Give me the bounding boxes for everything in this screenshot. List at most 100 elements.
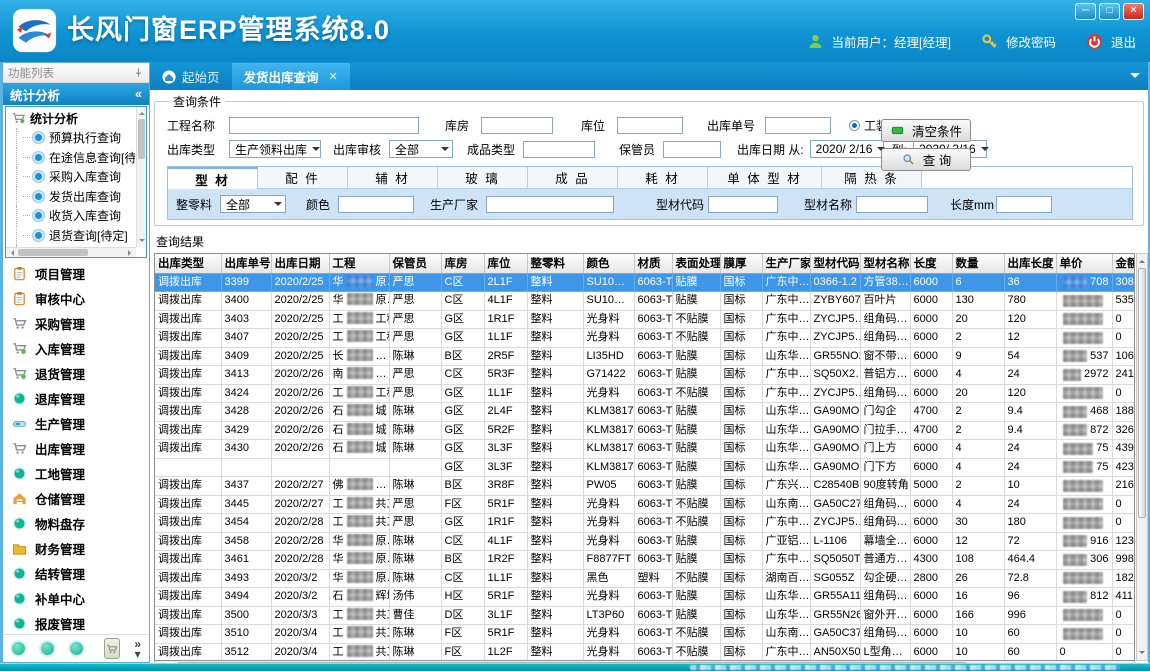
tab-start-page[interactable]: 起始页: [150, 63, 232, 90]
column-header-surface[interactable]: 表面处理: [672, 254, 720, 273]
table-row[interactable]: 调拨出库34582020/2/28华原…陈琳C区4L1F整料光身料6063-T5…: [155, 532, 1135, 551]
column-header-material[interactable]: 材质: [634, 254, 672, 273]
tree-item[interactable]: 收货入库查询: [7, 206, 135, 226]
tree-item[interactable]: 采购入库查询: [7, 167, 135, 187]
project-name-input[interactable]: [229, 117, 419, 134]
table-row[interactable]: 调拨出库34242020/2/26工工程严思G区1L1F整料光身料6063-T5…: [155, 384, 1135, 403]
product-type-input[interactable]: [523, 141, 595, 158]
column-header-price[interactable]: 单价: [1056, 254, 1112, 273]
column-header-length[interactable]: 长度: [910, 254, 952, 273]
sidebar-item-仓储管理[interactable]: 仓储管理: [3, 486, 149, 511]
profile-code-input[interactable]: [708, 196, 778, 213]
sidebar-item-结转管理[interactable]: 结转管理: [3, 561, 149, 586]
column-header-warehouse[interactable]: 库房: [441, 254, 484, 273]
table-row[interactable]: 调拨出库33992020/2/25华原…严思C区2L1F整料SU10…6063-…: [155, 273, 1135, 292]
tree-item[interactable]: 发货出库查询: [7, 187, 135, 207]
warehouse-input[interactable]: [481, 117, 553, 134]
radio-gongzhuang[interactable]: [849, 120, 860, 131]
sidebar-item-报废管理[interactable]: 报废管理: [3, 611, 149, 634]
date-from-select[interactable]: 2020/ 2/16: [810, 140, 884, 158]
column-header-outlen[interactable]: 出库长度: [1004, 254, 1056, 273]
column-header-project[interactable]: 工程: [329, 254, 389, 273]
table-row[interactable]: 调拨出库34932020/3/2华原…陈琳C区1L1F整料黑色塑料不贴膜国标湖南…: [155, 569, 1135, 588]
pin-icon[interactable]: [133, 67, 144, 78]
manufacturer-input[interactable]: [486, 196, 614, 213]
table-row[interactable]: 调拨出库34002020/2/25华原…严思C区4L1F整料SU10…6063-…: [155, 292, 1135, 311]
tab-list-caret-icon[interactable]: [1130, 73, 1140, 83]
grid-vertical-scrollbar[interactable]: [1136, 253, 1148, 661]
color-input[interactable]: [338, 196, 414, 213]
material-tab-耗材[interactable]: 耗 材: [618, 167, 708, 189]
table-row[interactable]: 调拨出库34612020/2/28华原…陈琳B区1R2F整料F8877FT606…: [155, 551, 1135, 570]
material-tab-单体型材[interactable]: 单 体 型 材: [708, 167, 822, 189]
tree-vertical-scrollbar[interactable]: [136, 107, 146, 247]
sidebar-item-生产管理[interactable]: 生产管理: [3, 411, 149, 436]
sidebar-item-退库管理[interactable]: 退库管理: [3, 386, 149, 411]
section-header-statistics[interactable]: 统计分析 «: [3, 83, 149, 105]
column-header-type[interactable]: 出库类型: [155, 254, 221, 273]
tab-shipment-outbound-query[interactable]: 发货出库查询 ✕: [232, 63, 350, 90]
column-header-qty[interactable]: 数量: [952, 254, 1004, 273]
overflow-chevron[interactable]: »▾: [134, 639, 141, 659]
quick-dot-icon[interactable]: [12, 642, 25, 655]
tree-item[interactable]: 退货查询[待定]: [7, 226, 135, 246]
table-row[interactable]: 调拨出库34542020/2/28工共工程严思G区1R1F整料光身料6063-T…: [155, 514, 1135, 533]
search-button[interactable]: 查 询: [881, 148, 971, 171]
column-header-date[interactable]: 出库日期: [271, 254, 329, 273]
column-header-color[interactable]: 颜色: [583, 254, 634, 273]
tree-item[interactable]: 在途信息查询[待: [7, 148, 135, 168]
change-password-link[interactable]: 修改密码: [1006, 32, 1056, 51]
table-row[interactable]: 调拨出库34452020/2/27工共工程严思F区5R1F整料光身料6063-T…: [155, 495, 1135, 514]
quick-dot-icon[interactable]: [41, 642, 54, 655]
tree-horizontal-scrollbar[interactable]: [6, 247, 136, 257]
sidebar-item-物料盘存[interactable]: 物料盘存: [3, 511, 149, 536]
sidebar-item-财务管理[interactable]: 财务管理: [3, 536, 149, 561]
material-tab-辅材[interactable]: 辅 材: [348, 167, 438, 189]
sidebar-item-工地管理[interactable]: 工地管理: [3, 461, 149, 486]
length-mm-input[interactable]: [996, 196, 1052, 213]
minimize-button[interactable]: ─: [1075, 3, 1096, 20]
column-header-no[interactable]: 出库单号: [221, 254, 271, 273]
table-row[interactable]: 调拨出库35102020/3/4工共工程陈琳F区5R1F整料光身料6063-T5…: [155, 625, 1135, 644]
material-tab-玻璃[interactable]: 玻 璃: [438, 167, 528, 189]
table-row[interactable]: 调拨出库34942020/3/2石辉城汤伟H区5R1F整料光身料6063-T5贴…: [155, 588, 1135, 607]
material-tab-配件[interactable]: 配 件: [258, 167, 348, 189]
audit-select[interactable]: 全部: [389, 140, 453, 158]
tab-close-icon[interactable]: ✕: [329, 70, 338, 83]
table-row[interactable]: 调拨出库34092020/2/25长…陈琳B区2R5F整料LI35HD6063-…: [155, 347, 1135, 366]
table-row[interactable]: 调拨出库34032020/2/25工工程严思G区1R1F整料光身料6063-T5…: [155, 310, 1135, 329]
material-tab-型材[interactable]: 型 材: [168, 167, 258, 189]
logout-link[interactable]: 退出: [1111, 32, 1136, 51]
table-row[interactable]: 调拨出库34302020/2/26石城陈琳G区3L3F整料KLM38176063…: [155, 440, 1135, 459]
table-row[interactable]: G区3L3F整料KLM38176063-T5贴膜国标山东华…GA90MO9.门下…: [155, 458, 1135, 477]
clear-conditions-button[interactable]: 清空条件: [881, 119, 971, 142]
sidebar-item-补单中心[interactable]: 补单中心: [3, 586, 149, 611]
out-type-select[interactable]: 生产领料出库: [229, 140, 321, 158]
outbound-no-input[interactable]: [765, 117, 831, 134]
table-row[interactable]: 调拨出库35122020/3/4工共工程陈琳F区1L2F整料光身料6063-T5…: [155, 643, 1135, 661]
collapse-icon[interactable]: «: [135, 87, 142, 101]
table-row[interactable]: 调拨出库35002020/3/3工共工程曹佳D区3L1F整料LT3P606063…: [155, 606, 1135, 625]
tree-item[interactable]: 预算执行查询: [7, 128, 135, 148]
table-row[interactable]: 调拨出库34072020/2/25工工程严思G区1L1F整料光身料6063-T5…: [155, 329, 1135, 348]
maximize-button[interactable]: □: [1099, 3, 1120, 20]
column-header-code[interactable]: 型材代码: [810, 254, 860, 273]
quick-dot-icon[interactable]: [70, 642, 83, 655]
table-row[interactable]: 调拨出库34132020/2/26南…严思C区5R3F整料G714226063-…: [155, 366, 1135, 385]
profile-name-input[interactable]: [856, 196, 928, 213]
close-button[interactable]: ✕: [1123, 3, 1144, 20]
material-tab-成品[interactable]: 成 品: [528, 167, 618, 189]
sidebar-item-项目管理[interactable]: 项目管理: [3, 261, 149, 286]
sidebar-item-入库管理[interactable]: 入库管理: [3, 336, 149, 361]
column-header-amount[interactable]: 金额: [1112, 254, 1135, 273]
cart-quick-button[interactable]: [104, 638, 120, 659]
location-input[interactable]: [617, 117, 683, 134]
column-header-maker[interactable]: 生产厂家: [762, 254, 810, 273]
column-header-keeper[interactable]: 保管员: [389, 254, 441, 273]
column-header-location[interactable]: 库位: [484, 254, 527, 273]
column-header-whole[interactable]: 整零料: [527, 254, 583, 273]
tree-root-statistics[interactable]: 统计分析: [7, 108, 135, 128]
sidebar-item-出库管理[interactable]: 出库管理: [3, 436, 149, 461]
table-row[interactable]: 调拨出库34372020/2/27佛…陈琳B区3R8F整料PW056063-T5…: [155, 477, 1135, 496]
column-header-name[interactable]: 型材名称: [860, 254, 910, 273]
